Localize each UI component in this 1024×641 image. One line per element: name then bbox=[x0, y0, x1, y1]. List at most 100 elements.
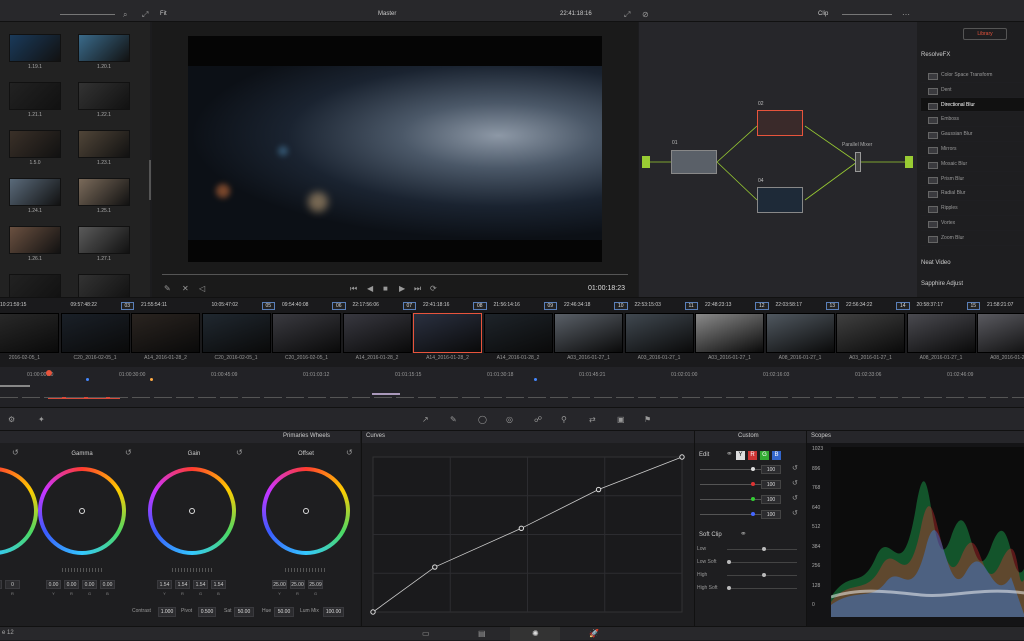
channel-b-toggle[interactable]: B bbox=[772, 451, 781, 460]
soft-clip-knob[interactable] bbox=[727, 586, 731, 590]
gallery-still[interactable] bbox=[9, 178, 61, 206]
skip-back-icon[interactable]: ⏮ bbox=[350, 284, 357, 294]
offset-center-point[interactable] bbox=[303, 508, 309, 514]
param-value[interactable]: 50.00 bbox=[274, 607, 294, 617]
clip-thumbnail[interactable] bbox=[272, 313, 341, 353]
sizing-icon[interactable]: ⇄ bbox=[589, 415, 596, 424]
sapphire-heading[interactable]: Sapphire Adjust bbox=[921, 281, 963, 287]
neat-video-heading[interactable]: Neat Video bbox=[921, 260, 951, 266]
node-zoom-slider[interactable] bbox=[842, 14, 892, 15]
channel-intensity-value[interactable]: 100 bbox=[761, 480, 781, 489]
clip-thumbnail[interactable] bbox=[554, 313, 623, 353]
clip-thumbnail[interactable] bbox=[60, 313, 130, 353]
gamma-center-point[interactable] bbox=[79, 508, 85, 514]
wheel-value[interactable]: 1.54 bbox=[193, 580, 208, 589]
close-icon[interactable]: ✕ bbox=[182, 284, 189, 293]
pen-icon[interactable]: ✎ bbox=[164, 284, 171, 293]
wheel-value[interactable]: 0.00 bbox=[46, 580, 61, 589]
wheel-value[interactable]: 0 bbox=[0, 580, 2, 589]
clip-thumbnail[interactable] bbox=[765, 313, 835, 353]
node-01[interactable] bbox=[671, 150, 717, 174]
wheel-value[interactable]: 1.54 bbox=[157, 580, 172, 589]
gallery-still[interactable] bbox=[78, 178, 130, 206]
reset-icon[interactable]: ↺ bbox=[12, 448, 19, 457]
key-icon[interactable]: ⚲ bbox=[561, 415, 567, 424]
soft-clip-knob[interactable] bbox=[727, 560, 731, 564]
search-icon[interactable]: ⌕ bbox=[123, 10, 127, 20]
star-icon[interactable]: ✦ bbox=[38, 415, 45, 424]
edit-page-icon[interactable]: ▤ bbox=[478, 629, 486, 638]
blur-icon[interactable]: ☍ bbox=[534, 415, 542, 424]
curve-graph[interactable] bbox=[361, 443, 694, 626]
scrub-bar[interactable] bbox=[162, 274, 628, 275]
reset-icon[interactable]: ↺ bbox=[792, 479, 798, 487]
reset-icon[interactable]: ↺ bbox=[792, 509, 798, 517]
fx-item[interactable]: Directional Blur bbox=[921, 97, 1024, 113]
fullscreen-icon[interactable]: ⤢ bbox=[142, 10, 148, 20]
reset-icon[interactable]: ↺ bbox=[236, 448, 243, 457]
curve-tool-icon[interactable]: ↗ bbox=[422, 415, 429, 424]
gallery-still[interactable] bbox=[9, 130, 61, 158]
clip-thumbnail[interactable] bbox=[695, 313, 764, 353]
wheel-value[interactable]: 25.00 bbox=[290, 580, 305, 589]
link-icon[interactable]: ⚭ bbox=[726, 449, 733, 458]
clip-thumbnail[interactable] bbox=[836, 313, 905, 353]
soft-clip-slider[interactable] bbox=[727, 588, 797, 589]
stop-icon[interactable]: ■ bbox=[383, 284, 388, 293]
gear-icon[interactable]: ⚙ bbox=[8, 415, 15, 424]
wheel-value[interactable]: 0.00 bbox=[100, 580, 115, 589]
gallery-scrollbar[interactable] bbox=[149, 160, 151, 200]
param-value[interactable]: 100.00 bbox=[323, 607, 344, 617]
reset-icon[interactable]: ↺ bbox=[125, 448, 132, 457]
gallery-still[interactable] bbox=[78, 82, 130, 110]
fx-item[interactable]: Ripples bbox=[921, 201, 1024, 216]
fx-item[interactable]: Zoom Blur bbox=[921, 231, 1024, 246]
reset-icon[interactable]: ↺ bbox=[346, 448, 353, 457]
gallery-still[interactable] bbox=[9, 226, 61, 254]
tracker-icon[interactable]: ◎ bbox=[506, 415, 513, 424]
clip-thumbnail[interactable] bbox=[342, 313, 412, 353]
gallery-still[interactable] bbox=[9, 82, 61, 110]
media-page-icon[interactable]: ▭ bbox=[422, 629, 430, 638]
clip-thumbnail[interactable] bbox=[483, 313, 553, 353]
param-value[interactable]: 50.00 bbox=[234, 607, 254, 617]
step-back-icon[interactable]: ◀ bbox=[367, 284, 373, 293]
video-frame[interactable] bbox=[188, 66, 602, 240]
flag-icon[interactable]: ⚑ bbox=[644, 415, 651, 424]
wheels-mode-select[interactable]: Primaries Wheels bbox=[283, 433, 330, 439]
fx-item[interactable]: Radial Blur bbox=[921, 186, 1024, 202]
fx-item[interactable]: Prism Blur bbox=[921, 172, 1024, 187]
fx-item[interactable]: Gaussian Blur bbox=[921, 127, 1024, 142]
wheel-value[interactable]: 0 bbox=[5, 580, 20, 589]
channel-g-toggle[interactable]: G bbox=[760, 451, 769, 460]
clip-thumbnail[interactable] bbox=[131, 313, 200, 353]
fx-item[interactable]: Dent bbox=[921, 83, 1024, 98]
fx-item[interactable]: Emboss bbox=[921, 112, 1024, 128]
fx-item[interactable]: Color Space Transform bbox=[921, 68, 1024, 83]
gain-center-point[interactable] bbox=[189, 508, 195, 514]
skip-forward-icon[interactable]: ⏭ bbox=[414, 284, 421, 294]
channel-intensity-value[interactable]: 100 bbox=[761, 510, 781, 519]
node-mode-select[interactable]: Clip bbox=[818, 11, 828, 17]
picker-icon[interactable]: ✎ bbox=[450, 415, 457, 424]
wheel-value[interactable]: 0.00 bbox=[64, 580, 79, 589]
reset-icon[interactable]: ↺ bbox=[792, 464, 798, 472]
clip-thumbnail[interactable] bbox=[977, 313, 1024, 353]
clip-thumbnail[interactable] bbox=[906, 313, 976, 353]
deliver-page-icon[interactable]: 🚀 bbox=[589, 629, 599, 638]
param-value[interactable]: 1.000 bbox=[158, 607, 176, 617]
gallery-still[interactable] bbox=[78, 130, 130, 158]
library-tab[interactable]: Library bbox=[963, 28, 1007, 40]
more-icon[interactable]: ⋯ bbox=[902, 10, 910, 19]
link-icon[interactable]: ⚭ bbox=[740, 529, 747, 538]
fx-item[interactable]: Mosaic Blur bbox=[921, 157, 1024, 172]
clip-thumbnail[interactable] bbox=[624, 313, 694, 353]
loop-icon[interactable]: ⟳ bbox=[430, 284, 437, 293]
clip-thumbnail[interactable] bbox=[413, 313, 482, 353]
curve-mode-select[interactable]: Custom bbox=[738, 433, 759, 439]
wheel-value[interactable]: 25.09 bbox=[308, 580, 323, 589]
wheel-value[interactable]: 1.54 bbox=[211, 580, 226, 589]
channel-y-toggle[interactable]: Y bbox=[736, 451, 745, 460]
gain-master-slider[interactable] bbox=[172, 568, 212, 572]
soft-clip-knob[interactable] bbox=[762, 547, 766, 551]
